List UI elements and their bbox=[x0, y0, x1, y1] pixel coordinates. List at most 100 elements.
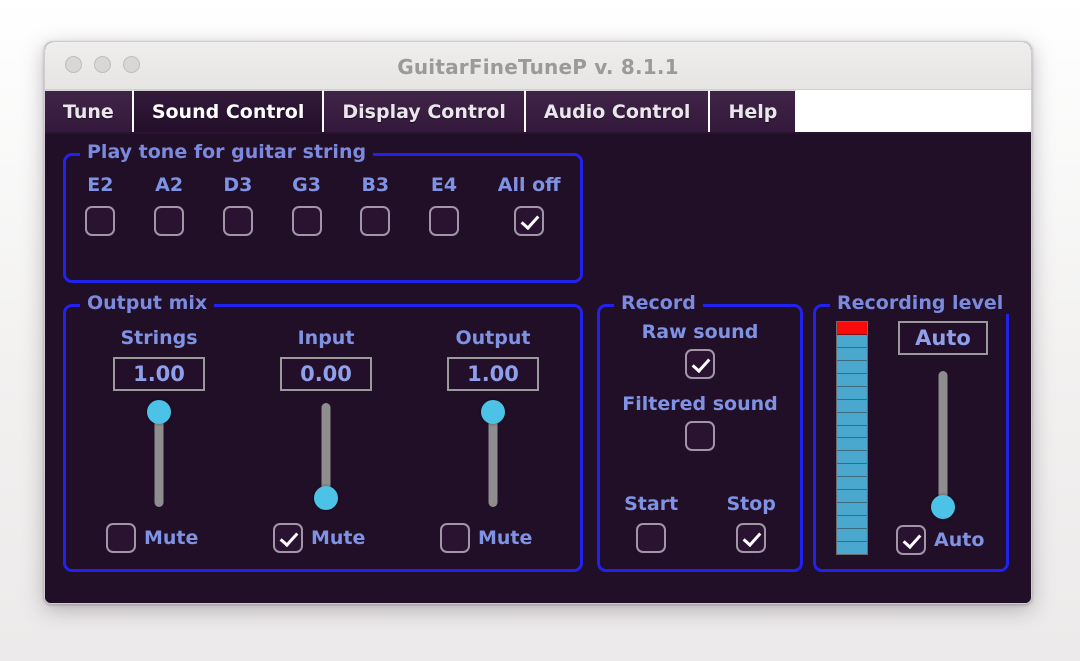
string-label-d3: D3 bbox=[223, 174, 253, 196]
record-stop[interactable]: Stop bbox=[726, 493, 776, 553]
meter-segment bbox=[837, 334, 867, 348]
string-toggle-d3[interactable]: D3 bbox=[222, 174, 253, 236]
slider-knob[interactable] bbox=[147, 400, 171, 424]
meter-segment bbox=[837, 425, 867, 439]
string-checkbox-b3[interactable] bbox=[360, 206, 391, 236]
record-start[interactable]: Start bbox=[624, 493, 678, 553]
tab-display-control[interactable]: Display Control bbox=[324, 90, 526, 132]
string-label-e4: E4 bbox=[430, 174, 458, 196]
channel-value-output[interactable]: 1.00 bbox=[447, 357, 539, 391]
mute-checkbox-output[interactable] bbox=[440, 523, 470, 553]
slider-knob[interactable] bbox=[314, 486, 338, 510]
meter-segment bbox=[837, 529, 867, 542]
output-mix-group-title: Output mix bbox=[80, 292, 215, 314]
string-toggle-e4[interactable]: E4 bbox=[429, 174, 460, 236]
window-title: GuitarFineTuneP v. 8.1.1 bbox=[397, 55, 679, 79]
recording-level-slider[interactable] bbox=[930, 371, 956, 519]
recording-level-value[interactable]: Auto bbox=[898, 321, 988, 355]
channel-slider-input[interactable] bbox=[313, 403, 339, 510]
channel-value-strings[interactable]: 1.00 bbox=[113, 357, 205, 391]
channel-input: Input 0.00 Mute bbox=[251, 327, 401, 553]
meter-segment-peak bbox=[837, 322, 867, 335]
tab-bar: Tune Sound Control Display Control Audio… bbox=[45, 90, 1031, 134]
channel-mute-input[interactable]: Mute bbox=[273, 523, 401, 553]
meter-segment bbox=[837, 464, 867, 478]
recording-level-meter bbox=[836, 321, 868, 555]
sound-control-panel: Play tone for guitar string E2 A2 D3 G3 … bbox=[45, 134, 1031, 603]
meter-segment bbox=[837, 477, 867, 491]
start-label: Start bbox=[624, 493, 679, 515]
string-toggle-all-off[interactable]: All off bbox=[498, 174, 561, 236]
play-tone-group: Play tone for guitar string E2 A2 D3 G3 … bbox=[63, 141, 583, 283]
channel-label-output: Output bbox=[455, 327, 531, 349]
string-checkbox-e4[interactable] bbox=[429, 206, 460, 236]
string-toggle-g3[interactable]: G3 bbox=[291, 174, 322, 236]
string-toggle-b3[interactable]: B3 bbox=[360, 174, 391, 236]
string-label-all-off: All off bbox=[497, 174, 561, 196]
channel-mute-strings[interactable]: Mute bbox=[106, 523, 234, 553]
meter-segment bbox=[837, 360, 867, 374]
string-checkbox-d3[interactable] bbox=[222, 206, 253, 236]
tab-tune[interactable]: Tune bbox=[45, 90, 134, 132]
channel-slider-output[interactable] bbox=[480, 400, 506, 507]
mute-label-strings: Mute bbox=[144, 527, 199, 549]
tab-audio-control[interactable]: Audio Control bbox=[525, 90, 711, 132]
stop-checkbox[interactable] bbox=[736, 523, 767, 553]
recording-level-group-title: Recording level bbox=[830, 292, 1011, 314]
meter-segment bbox=[837, 347, 867, 361]
auto-checkbox[interactable] bbox=[896, 525, 926, 555]
string-toggle-e2[interactable]: E2 bbox=[85, 174, 116, 236]
play-tone-group-title: Play tone for guitar string bbox=[80, 141, 374, 163]
meter-segment bbox=[837, 373, 867, 387]
recording-level-auto-toggle[interactable]: Auto bbox=[896, 525, 984, 555]
string-checkbox-g3[interactable] bbox=[291, 206, 322, 236]
slider-track bbox=[938, 371, 948, 515]
mute-checkbox-input[interactable] bbox=[273, 523, 303, 553]
auto-label: Auto bbox=[934, 529, 985, 551]
stop-label: Stop bbox=[726, 493, 776, 515]
string-label-e2: E2 bbox=[87, 174, 114, 196]
string-checkbox-e2[interactable] bbox=[85, 206, 116, 236]
raw-sound-label: Raw sound bbox=[641, 321, 759, 343]
channel-slider-strings[interactable] bbox=[146, 400, 172, 507]
mute-checkbox-strings[interactable] bbox=[106, 523, 136, 553]
application-window: GuitarFineTuneP v. 8.1.1 Tune Sound Cont… bbox=[44, 41, 1032, 604]
channel-mute-output[interactable]: Mute bbox=[440, 523, 568, 553]
channel-value-input[interactable]: 0.00 bbox=[280, 357, 372, 391]
slider-knob[interactable] bbox=[481, 400, 505, 424]
string-checkbox-a2[interactable] bbox=[154, 206, 185, 236]
meter-segment bbox=[837, 412, 867, 426]
mute-label-input: Mute bbox=[311, 527, 366, 549]
string-label-g3: G3 bbox=[292, 174, 321, 196]
meter-segment bbox=[837, 451, 867, 465]
channel-strings: Strings 1.00 Mute bbox=[84, 327, 234, 553]
channel-output: Output 1.00 Mute bbox=[418, 327, 568, 553]
meter-segment bbox=[837, 503, 867, 517]
string-toggle-a2[interactable]: A2 bbox=[154, 174, 185, 236]
meter-segment bbox=[837, 490, 867, 504]
string-label-b3: B3 bbox=[361, 174, 390, 196]
meter-segment bbox=[837, 541, 867, 554]
string-checkbox-all-off[interactable] bbox=[514, 206, 545, 236]
tab-bar-filler bbox=[797, 90, 1031, 132]
meter-segment bbox=[837, 399, 867, 413]
record-group-title: Record bbox=[614, 292, 703, 314]
tab-sound-control[interactable]: Sound Control bbox=[133, 90, 325, 132]
record-group: Record Raw sound Filtered sound Start St… bbox=[597, 292, 803, 572]
slider-knob[interactable] bbox=[931, 495, 955, 519]
string-label-a2: A2 bbox=[155, 174, 184, 196]
filtered-sound-checkbox[interactable] bbox=[685, 421, 715, 451]
meter-segment bbox=[837, 386, 867, 400]
channel-label-strings: Strings bbox=[120, 327, 198, 349]
start-checkbox[interactable] bbox=[636, 523, 667, 553]
filtered-sound-label: Filtered sound bbox=[622, 393, 778, 415]
raw-sound-checkbox[interactable] bbox=[685, 349, 715, 379]
mute-label-output: Mute bbox=[478, 527, 533, 549]
desktop-background: GuitarFineTuneP v. 8.1.1 Tune Sound Cont… bbox=[0, 0, 1080, 661]
recording-level-group: Recording level Auto Auto bbox=[813, 292, 1011, 572]
channel-label-input: Input bbox=[297, 327, 355, 349]
title-bar: GuitarFineTuneP v. 8.1.1 bbox=[45, 42, 1031, 90]
output-mix-group: Output mix Strings 1.00 Mute Input 0.00 … bbox=[63, 292, 583, 572]
meter-segment bbox=[837, 516, 867, 529]
tab-help[interactable]: Help bbox=[710, 90, 798, 132]
